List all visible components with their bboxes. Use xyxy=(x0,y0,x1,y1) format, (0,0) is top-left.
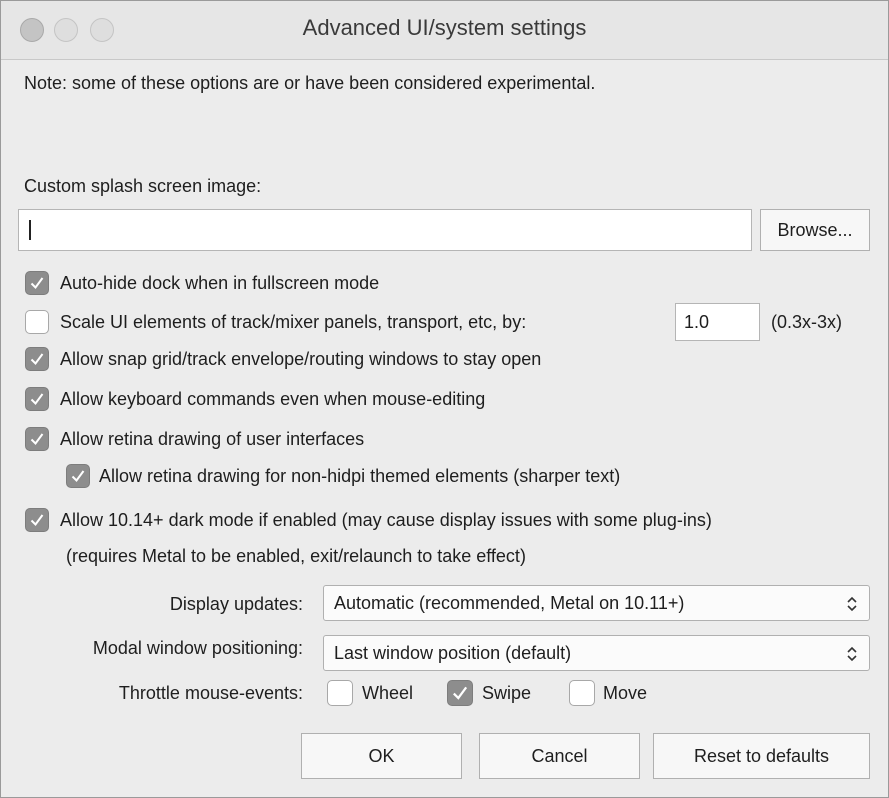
checkmark-icon xyxy=(30,277,44,290)
retina-nonhidpi-checkbox[interactable] xyxy=(66,464,90,488)
settings-window: Advanced UI/system settings Note: some o… xyxy=(0,0,889,798)
splash-image-label: Custom splash screen image: xyxy=(24,176,262,196)
retina-drawing-label: Allow retina drawing of user interfaces xyxy=(60,429,365,449)
scale-ui-label: Scale UI elements of track/mixer panels,… xyxy=(60,312,527,332)
throttle-wheel-label: Wheel xyxy=(362,683,414,703)
snap-grid-checkbox[interactable] xyxy=(25,347,49,371)
reset-defaults-button[interactable]: Reset to defaults xyxy=(653,733,870,779)
autohide-dock-label: Auto-hide dock when in fullscreen mode xyxy=(60,273,380,293)
checkmark-icon xyxy=(30,433,44,446)
dark-mode-checkbox[interactable] xyxy=(25,508,49,532)
autohide-dock-checkbox[interactable] xyxy=(25,271,49,295)
keyboard-commands-label: Allow keyboard commands even when mouse-… xyxy=(60,389,486,409)
text-caret xyxy=(29,220,31,240)
keyboard-commands-checkbox[interactable] xyxy=(25,387,49,411)
display-updates-select[interactable]: Automatic (recommended, Metal on 10.11+) xyxy=(323,585,870,621)
display-updates-value: Automatic (recommended, Metal on 10.11+) xyxy=(334,593,685,613)
throttle-swipe-label: Swipe xyxy=(482,683,532,703)
checkmark-icon xyxy=(30,353,44,366)
modal-positioning-value: Last window position (default) xyxy=(334,643,572,663)
modal-positioning-label: Modal window positioning: xyxy=(92,638,303,658)
browse-button[interactable]: Browse... xyxy=(760,209,870,251)
modal-positioning-select[interactable]: Last window position (default) xyxy=(323,635,870,671)
experimental-note: Note: some of these options are or have … xyxy=(24,73,596,93)
throttle-swipe-checkbox[interactable] xyxy=(447,680,473,706)
retina-drawing-checkbox[interactable] xyxy=(25,427,49,451)
checkmark-icon xyxy=(71,470,85,483)
splash-image-input[interactable] xyxy=(18,209,752,251)
dark-mode-note: (requires Metal to be enabled, exit/rela… xyxy=(66,546,526,566)
cancel-button[interactable]: Cancel xyxy=(479,733,640,779)
checkmark-icon xyxy=(30,514,44,527)
checkmark-icon xyxy=(30,393,44,406)
dark-mode-label: Allow 10.14+ dark mode if enabled (may c… xyxy=(60,510,712,530)
retina-nonhidpi-label: Allow retina drawing for non-hidpi theme… xyxy=(99,466,621,486)
ok-button[interactable]: OK xyxy=(301,733,462,779)
scale-ui-checkbox[interactable] xyxy=(25,310,49,334)
throttle-wheel-checkbox[interactable] xyxy=(327,680,353,706)
scale-range-hint: (0.3x-3x) xyxy=(771,312,843,332)
checkmark-icon xyxy=(453,686,468,700)
scale-ui-input[interactable]: 1.0 xyxy=(675,303,760,341)
title-bar: Advanced UI/system settings xyxy=(1,1,888,60)
snap-grid-label: Allow snap grid/track envelope/routing w… xyxy=(60,349,542,369)
throttle-mouse-label: Throttle mouse-events: xyxy=(118,683,303,703)
chevron-updown-icon xyxy=(847,596,857,612)
window-title: Advanced UI/system settings xyxy=(302,15,587,40)
throttle-move-checkbox[interactable] xyxy=(569,680,595,706)
display-updates-label: Display updates: xyxy=(169,594,303,614)
chevron-updown-icon xyxy=(847,646,857,662)
throttle-move-label: Move xyxy=(603,683,648,703)
